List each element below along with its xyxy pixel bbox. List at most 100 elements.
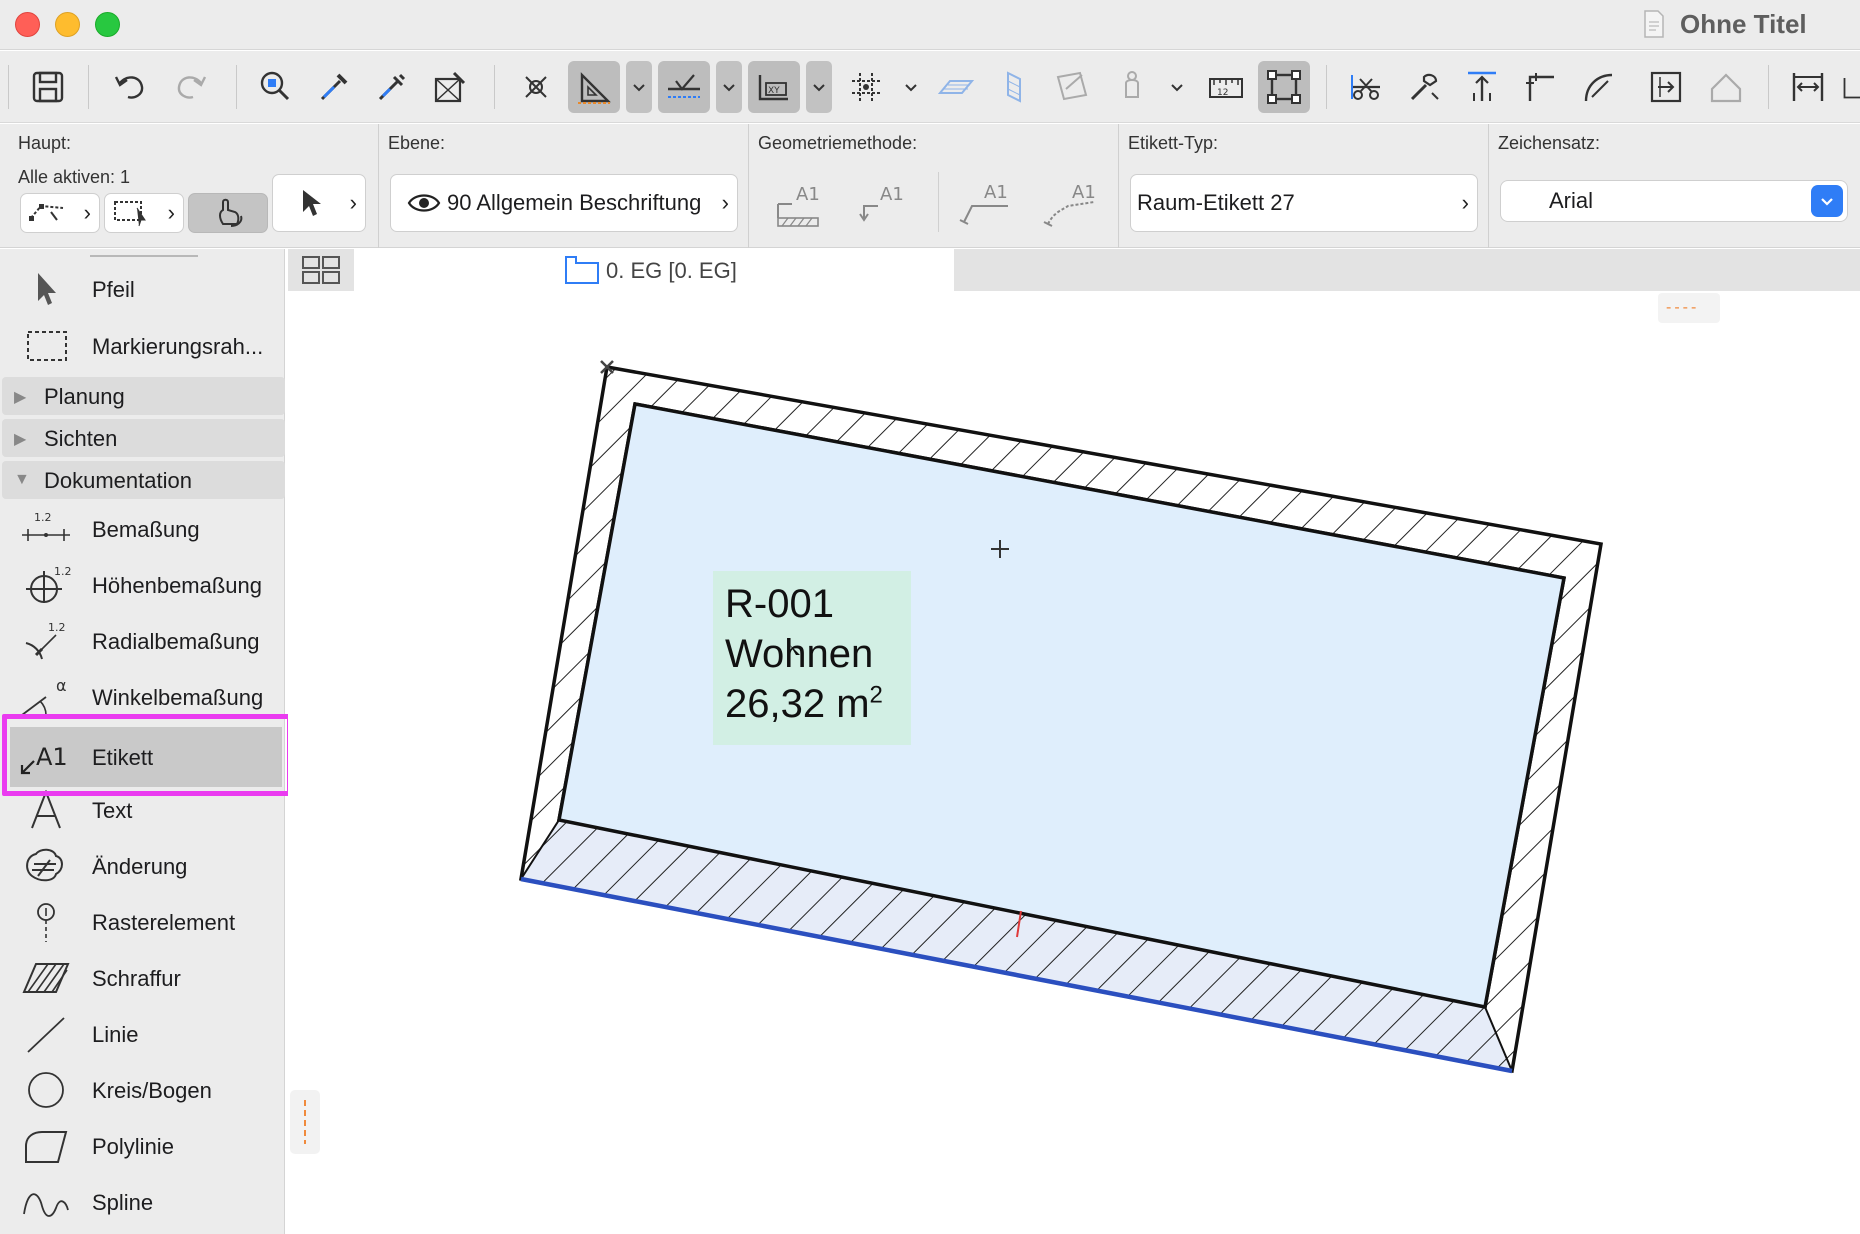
marquee-icon xyxy=(27,331,67,361)
sidebar-item-kreis-bogen[interactable]: Kreis/Bogen xyxy=(0,1065,285,1115)
roof-icon[interactable] xyxy=(1700,61,1752,113)
syringe-icon[interactable] xyxy=(366,61,418,113)
svg-text:1.2: 1.2 xyxy=(34,511,52,524)
font-select[interactable]: Arial xyxy=(1500,180,1848,222)
spline-icon xyxy=(23,1193,69,1217)
snap-point-icon[interactable] xyxy=(510,61,562,113)
svg-text:12: 12 xyxy=(1217,88,1228,98)
chevron-right-icon: › xyxy=(349,190,357,215)
svg-text:A1: A1 xyxy=(1072,182,1096,203)
sidebar-group-planung[interactable]: ▶ Planung xyxy=(2,377,285,415)
undo-icon[interactable] xyxy=(104,61,156,113)
geometry-method-straight-button[interactable]: A1 xyxy=(956,180,1016,232)
chevron-right-icon: › xyxy=(83,200,91,225)
label-icon: A1 xyxy=(20,743,68,775)
sidebar-item-etikett[interactable]: A1 Etikett xyxy=(10,727,282,787)
adjust-icon[interactable] xyxy=(1398,61,1450,113)
sidebar-item-markierungsrahmen[interactable]: Markierungsrah... xyxy=(0,321,285,371)
tab-floor-plan[interactable]: 0. EG [0. EG] xyxy=(354,249,954,291)
geometry-method-spline-button[interactable]: A1 xyxy=(1040,180,1100,232)
panel-resize-handle[interactable] xyxy=(290,1090,320,1154)
polygon-selection-icon xyxy=(29,204,64,221)
align-top-icon[interactable] xyxy=(1456,61,1508,113)
sidebar-item-pfeil[interactable]: Pfeil xyxy=(0,264,285,314)
curve-icon[interactable] xyxy=(1572,61,1624,113)
split-icon[interactable] xyxy=(1340,61,1392,113)
drawing-canvas[interactable] xyxy=(288,291,1860,1234)
offset-icon[interactable] xyxy=(1640,61,1692,113)
arrow-pointer-icon xyxy=(38,273,56,305)
geometry-method-hatched-button[interactable]: A1 xyxy=(770,180,830,232)
sidebar-item-winkelbemassung[interactable]: α Winkelbemaßung xyxy=(0,672,285,722)
sidebar-item-label: Radialbemaßung xyxy=(92,629,260,654)
sidebar-item-polylinie[interactable]: Polylinie xyxy=(0,1121,285,1171)
sidebar-group-dokumentation[interactable]: ▼ Dokumentation xyxy=(2,461,285,499)
sidebar-item-label: Schraffur xyxy=(92,966,181,991)
favorites-dropdown[interactable] xyxy=(1164,61,1190,113)
room-area: 26,32 m2 xyxy=(725,682,883,727)
layer-select-button[interactable]: 90 Allgemein Beschriftung › xyxy=(390,174,738,232)
sidebar-item-schraffur[interactable]: Schraffur xyxy=(0,953,285,1003)
eye-icon xyxy=(407,194,441,212)
chevron-right-icon: › xyxy=(721,190,729,215)
sidebar-group-sichten[interactable]: ▶ Sichten xyxy=(2,419,285,457)
sidebar-item-hoehenbemassung[interactable]: 1.2 Höhenbemaßung xyxy=(0,560,285,610)
edit-plane-icon[interactable] xyxy=(1046,61,1098,113)
svg-text:A1: A1 xyxy=(880,184,904,205)
label-type-button[interactable]: Raum-Etikett 27 › xyxy=(1130,174,1478,232)
rebuild-icon[interactable] xyxy=(424,61,476,113)
xy-coordinates-dropdown[interactable] xyxy=(806,61,832,113)
sidebar-item-text[interactable]: Text xyxy=(0,785,285,835)
group-label: Planung xyxy=(44,384,125,409)
redo-icon[interactable] xyxy=(165,61,217,113)
measure-icon[interactable]: 12 xyxy=(1200,61,1252,113)
sidebar-item-rasterelement[interactable]: Rasterelement xyxy=(0,897,285,947)
fill-hatch-icon xyxy=(22,963,70,993)
pointer-tool-button[interactable]: › xyxy=(272,174,366,232)
sidebar-item-label: Etikett xyxy=(92,745,154,770)
more-toolbar-icon[interactable] xyxy=(1840,61,1860,113)
floor-plan-drawing xyxy=(518,360,1604,1074)
save-icon[interactable] xyxy=(22,61,74,113)
guide-lines-dropdown[interactable] xyxy=(626,61,652,113)
main-toolbar: XY 12 xyxy=(0,51,1860,123)
haupt-label: Haupt: xyxy=(18,133,72,153)
tab-overview-button[interactable] xyxy=(288,249,354,291)
guide-lines-icon[interactable] xyxy=(568,61,620,113)
sidebar-item-spline[interactable]: Spline xyxy=(0,1177,285,1227)
grid-snap-dropdown[interactable] xyxy=(898,61,924,113)
room-area-value: 26,32 m xyxy=(725,682,870,726)
eyedropper-icon[interactable] xyxy=(308,61,360,113)
sidebar-item-label: Linie xyxy=(92,1022,139,1047)
xy-coordinates-icon[interactable]: XY xyxy=(748,61,800,113)
selection-method-button[interactable]: › xyxy=(20,193,100,233)
suspend-groups-icon[interactable] xyxy=(1258,61,1310,113)
ebene-label: Ebene: xyxy=(388,133,446,153)
stretch-icon[interactable] xyxy=(1782,61,1834,113)
find-select-icon[interactable] xyxy=(250,61,302,113)
fillet-icon[interactable] xyxy=(1514,61,1566,113)
vertical-plane-icon[interactable] xyxy=(988,61,1040,113)
snap-guides-icon[interactable] xyxy=(658,61,710,113)
zoom-window-button[interactable] xyxy=(95,12,120,37)
plane-icon[interactable] xyxy=(930,61,982,113)
font-value: Arial xyxy=(1549,188,1594,213)
sidebar-item-bemassung[interactable]: 1.2 Bemaßung xyxy=(0,504,285,554)
grid-snap-icon[interactable] xyxy=(840,61,892,113)
geometry-method-simple-button[interactable]: A1 xyxy=(856,180,916,232)
disclosure-triangle-icon: ▼ xyxy=(14,471,30,488)
title-bar: Ohne Titel xyxy=(0,0,1860,50)
grid-element-icon xyxy=(37,903,55,942)
orientation-indicator: ---- xyxy=(1658,293,1720,323)
room-label[interactable]: R-001 Wohnen 26,32 m2 xyxy=(713,571,911,745)
snap-guides-dropdown[interactable] xyxy=(716,61,742,113)
close-window-button[interactable] xyxy=(15,12,40,37)
sidebar-item-linie[interactable]: Linie xyxy=(0,1009,285,1059)
minimize-window-button[interactable] xyxy=(55,12,80,37)
sidebar-item-aenderung[interactable]: Änderung xyxy=(0,841,285,891)
marquee-method-button[interactable]: › xyxy=(104,193,184,233)
sidebar-item-radialbemassung[interactable]: 1.2 Radialbemaßung xyxy=(0,616,285,666)
magic-wand-button[interactable] xyxy=(188,193,268,233)
label-anchor-icon xyxy=(790,645,800,655)
favorites-icon[interactable] xyxy=(1106,61,1158,113)
